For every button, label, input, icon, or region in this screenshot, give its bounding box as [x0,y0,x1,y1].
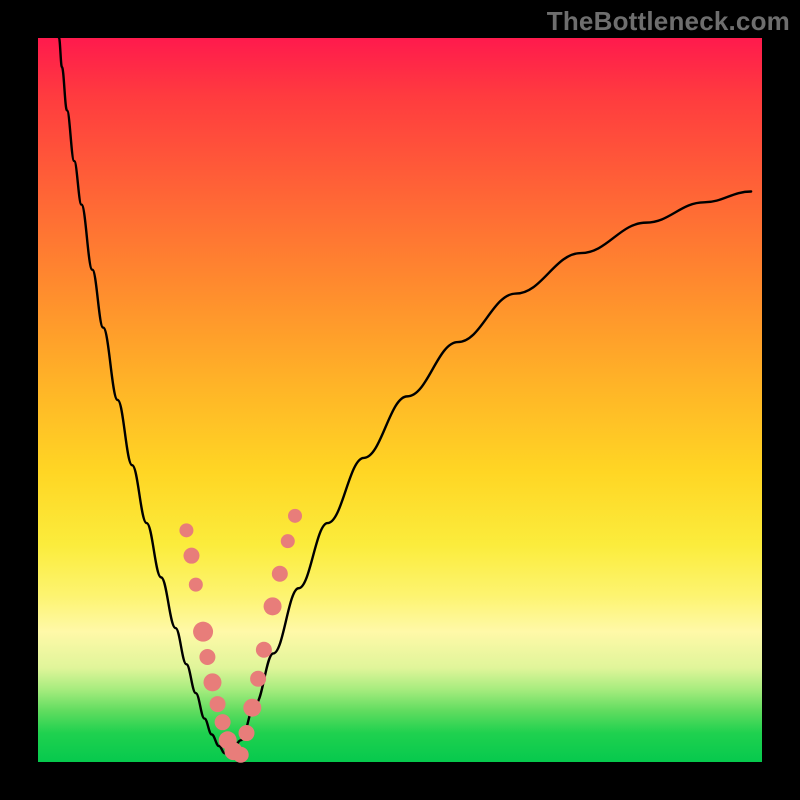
chart-overlay [38,38,762,762]
data-marker [210,696,226,712]
data-markers [179,509,302,763]
data-marker [203,673,221,691]
data-marker [272,566,288,582]
data-marker [281,534,295,548]
data-marker [239,725,255,741]
data-marker [189,578,203,592]
data-marker [199,649,215,665]
bottleneck-curve-right [230,191,751,757]
data-marker [233,747,249,763]
data-marker [179,523,193,537]
data-marker [215,714,231,730]
data-marker [183,548,199,564]
chart-frame: TheBottleneck.com [0,0,800,800]
data-marker [264,597,282,615]
data-marker [250,671,266,687]
data-marker [256,642,272,658]
data-marker [288,509,302,523]
watermark-text: TheBottleneck.com [547,6,790,37]
data-marker [243,699,261,717]
data-marker [193,622,213,642]
